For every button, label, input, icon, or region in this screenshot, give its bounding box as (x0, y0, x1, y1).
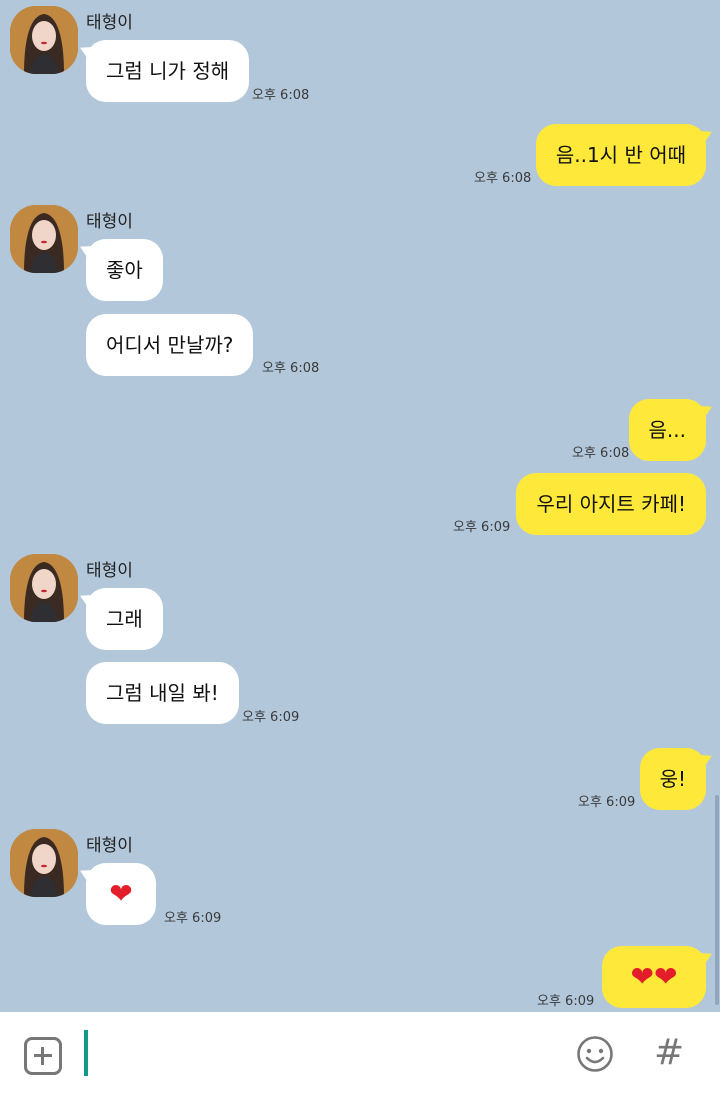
message-incoming[interactable]: ❤ (86, 863, 156, 925)
message-incoming[interactable]: 그럼 니가 정해 (86, 40, 250, 102)
message-time: 오후 6:09 (242, 710, 300, 725)
contact-avatar[interactable] (10, 829, 78, 897)
message-incoming[interactable]: 그럼 내일 봐! (86, 662, 239, 724)
scrollbar[interactable] (715, 795, 719, 1005)
contact-avatar[interactable] (10, 6, 78, 74)
message-time: 오후 6:08 (262, 361, 320, 376)
message-outgoing[interactable]: 웅! (639, 748, 706, 810)
message-input[interactable] (96, 1032, 536, 1076)
contact-name: 태형이 (86, 212, 133, 232)
message-time: 오후 6:09 (164, 911, 222, 926)
avatar-photo (10, 6, 78, 74)
hashtag-button[interactable]: # (654, 1031, 684, 1075)
message-incoming[interactable]: 좋아 (86, 239, 163, 301)
avatar-photo (10, 205, 78, 273)
message-outgoing[interactable]: ❤❤ (602, 946, 706, 1008)
contact-name: 태형이 (86, 836, 133, 856)
message-time: 오후 6:08 (572, 446, 630, 461)
message-outgoing[interactable]: 우리 아지트 카페! (516, 473, 706, 535)
message-outgoing[interactable]: 음... (628, 399, 706, 461)
message-time: 오후 6:09 (537, 994, 595, 1009)
message-time: 오후 6:09 (578, 795, 636, 810)
message-time: 오후 6:09 (453, 520, 511, 535)
contact-name: 태형이 (86, 13, 133, 33)
message-outgoing[interactable]: 음..1시 반 어때 (535, 124, 706, 186)
avatar-photo (10, 829, 78, 897)
avatar-photo (10, 554, 78, 622)
message-time: 오후 6:08 (252, 88, 310, 103)
smiley-icon[interactable] (576, 1035, 614, 1073)
chat-area: 태형이 그럼 니가 정해 오후 6:08 음..1시 반 어때 오후 6:08 … (0, 0, 720, 1012)
text-caret (84, 1030, 88, 1076)
contact-avatar[interactable] (10, 205, 78, 273)
message-time: 오후 6:08 (474, 171, 532, 186)
contact-name: 태형이 (86, 561, 133, 581)
plus-square-icon[interactable] (24, 1037, 62, 1075)
contact-avatar[interactable] (10, 554, 78, 622)
message-incoming[interactable]: 어디서 만날까? (86, 314, 254, 376)
heart-icon: ❤ (109, 877, 133, 910)
message-incoming[interactable]: 그래 (86, 588, 163, 650)
hearts-icon: ❤❤ (630, 960, 678, 993)
